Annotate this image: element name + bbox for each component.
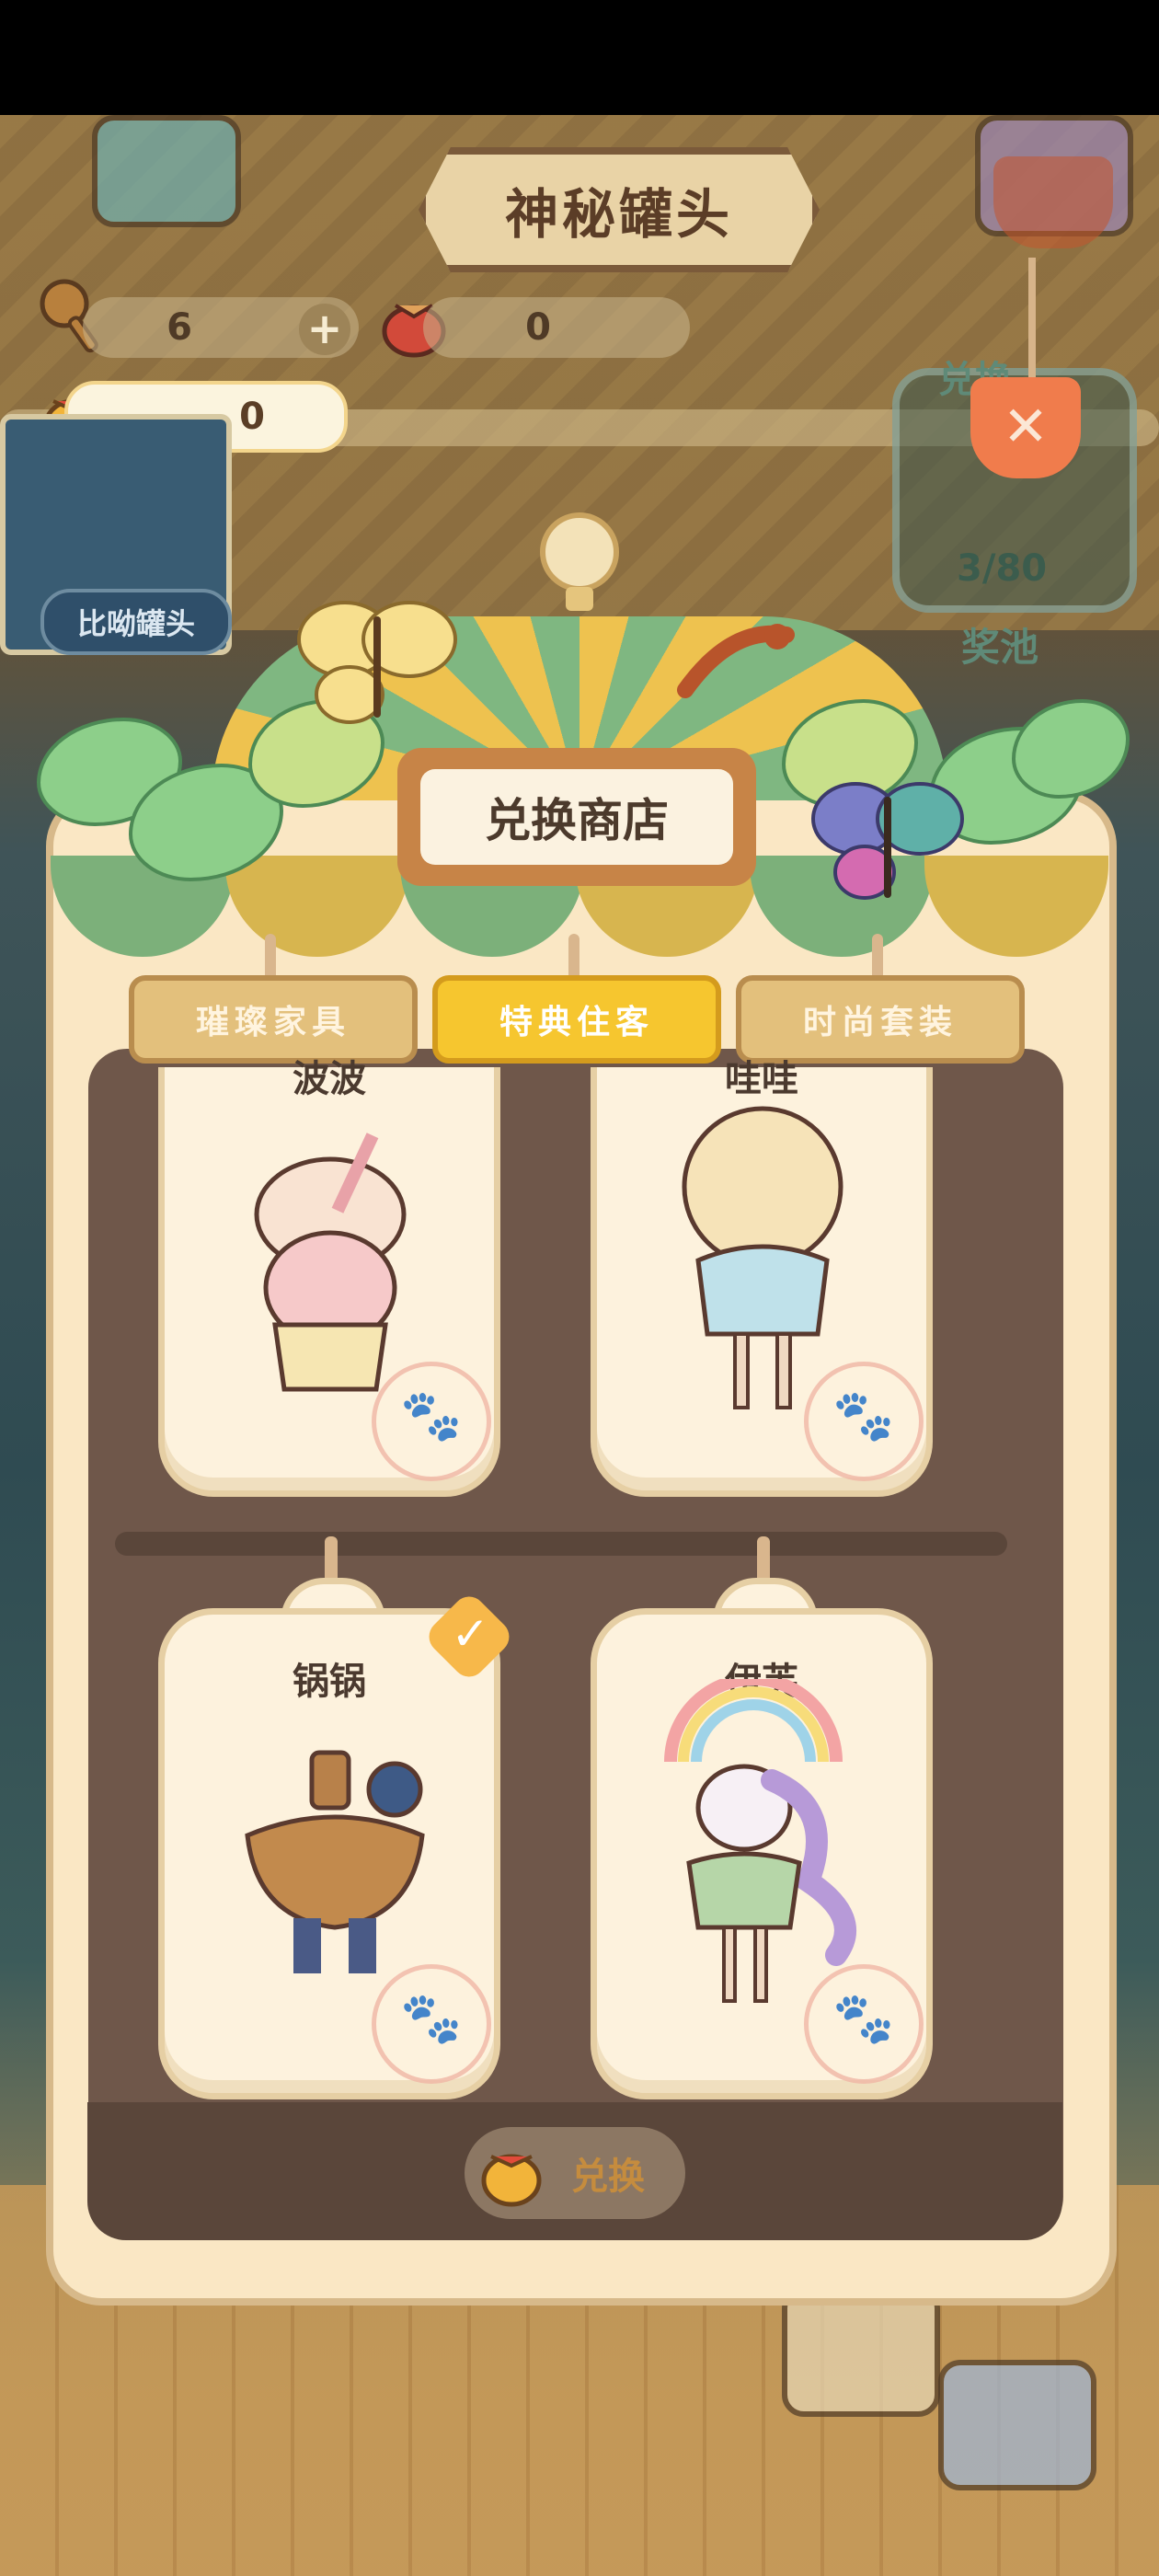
resident-card-bobo[interactable]: 波波 <box>158 1058 500 1497</box>
red-bell-count: 0 <box>525 306 551 349</box>
paw-stamp-icon <box>804 1964 924 2084</box>
paw-stamp-icon <box>372 1964 491 2084</box>
paw-stamp-icon <box>804 1362 924 1481</box>
gold-bell-count: 0 <box>239 396 265 438</box>
butterfly-icon <box>294 589 460 736</box>
shop-title: 兑换商店 <box>485 794 669 847</box>
row-divider <box>115 1532 1007 1556</box>
tab-special-residents-label: 特典住客 <box>499 1004 654 1041</box>
tag-decoration <box>993 156 1113 248</box>
paw-stamp-icon <box>372 1362 491 1481</box>
page-title-banner: 神秘罐头 <box>419 147 820 272</box>
resident-name: 哇哇 <box>725 1058 798 1100</box>
side-can-button-label: 比呦罐头 <box>76 606 195 641</box>
close-rope <box>1028 258 1036 382</box>
background-can <box>92 115 241 227</box>
wawa-character-icon <box>671 1104 855 1417</box>
background-can <box>938 2360 1096 2490</box>
page-title: 神秘罐头 <box>504 183 733 246</box>
canopy-ornament-icon <box>524 506 635 616</box>
yifu-unicorn-character-icon <box>652 1679 873 2010</box>
close-icon[interactable]: ✕ <box>970 377 1081 478</box>
exchange-button-label: 兑换 <box>571 2156 645 2198</box>
butterfly-icon <box>809 773 966 911</box>
tab-furniture-label: 璀璨家具 <box>195 1004 350 1041</box>
keys-count: 6 <box>166 306 192 349</box>
red-bell-counter: 0 <box>423 297 690 358</box>
side-can-button[interactable]: 比呦罐头 <box>40 589 232 655</box>
resident-name: 波波 <box>293 1058 366 1100</box>
bobo-character-icon <box>238 1132 422 1408</box>
background-can <box>782 2286 940 2417</box>
reward-pool-label: 奖池 <box>961 625 1039 670</box>
resident-card-guoguo[interactable]: 锅锅 <box>158 1608 500 2099</box>
guoguo-character-icon <box>238 1734 431 1992</box>
lizard-icon <box>676 616 796 708</box>
shop-sign-board: 兑换商店 <box>420 769 733 865</box>
add-keys-button[interactable]: + <box>299 304 350 355</box>
resident-card-yifu[interactable]: 伊芙 <box>591 1608 933 2099</box>
tab-fashion-outfits-label: 时尚套装 <box>802 1004 958 1041</box>
shop-sign: 兑换商店 <box>397 748 756 886</box>
status-bar <box>0 0 1159 115</box>
gold-bell-icon <box>475 2136 548 2210</box>
resident-card-wawa[interactable]: 哇哇 <box>591 1058 933 1497</box>
reward-pool-progress: 3/80 <box>957 547 1048 590</box>
